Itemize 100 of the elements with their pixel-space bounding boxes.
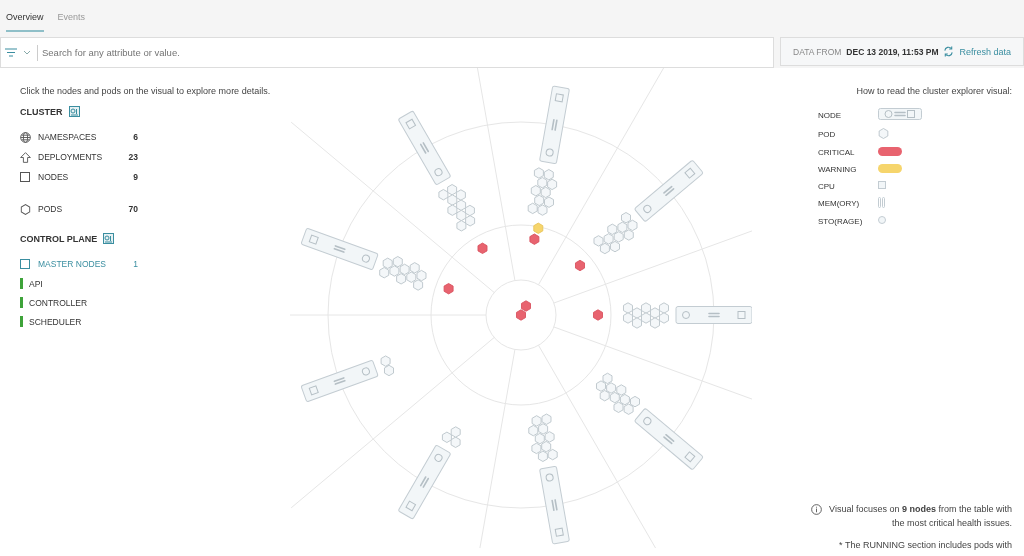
pod[interactable] xyxy=(382,257,393,269)
pod[interactable] xyxy=(630,396,640,408)
pod[interactable] xyxy=(380,355,391,367)
pod[interactable] xyxy=(527,202,538,214)
pod[interactable] xyxy=(447,204,458,216)
legend-label: WARNING xyxy=(818,165,858,174)
pod[interactable] xyxy=(659,312,669,324)
pod[interactable] xyxy=(659,302,669,314)
critical-pod[interactable] xyxy=(593,309,603,321)
pod[interactable] xyxy=(456,220,467,232)
pod[interactable] xyxy=(641,312,651,324)
pod[interactable] xyxy=(531,442,542,454)
pod[interactable] xyxy=(541,413,552,425)
pod[interactable] xyxy=(621,212,631,224)
search-bar[interactable]: Search for any attribute or value. xyxy=(0,37,774,68)
pod[interactable] xyxy=(606,382,616,394)
pod[interactable] xyxy=(607,223,618,235)
pod[interactable] xyxy=(528,425,539,437)
pod[interactable] xyxy=(603,233,614,245)
pod[interactable] xyxy=(627,219,638,231)
pod[interactable] xyxy=(396,273,406,285)
pod[interactable] xyxy=(399,263,410,275)
pod[interactable] xyxy=(531,415,542,427)
pod[interactable] xyxy=(599,390,610,402)
pod[interactable] xyxy=(465,215,475,227)
warning-pod[interactable] xyxy=(533,222,544,234)
pod[interactable] xyxy=(416,270,427,282)
pod[interactable] xyxy=(537,177,548,189)
pod[interactable] xyxy=(409,262,420,274)
pod[interactable] xyxy=(392,256,403,268)
globe-icon xyxy=(20,131,31,143)
pod[interactable] xyxy=(602,372,613,384)
pod[interactable] xyxy=(616,384,627,396)
pod[interactable] xyxy=(534,433,545,445)
pod[interactable] xyxy=(465,204,475,217)
pod[interactable] xyxy=(379,267,390,279)
pod[interactable] xyxy=(632,317,642,329)
pod[interactable] xyxy=(450,436,461,448)
pod[interactable] xyxy=(413,279,423,291)
pod[interactable] xyxy=(538,423,548,435)
pod[interactable] xyxy=(534,167,544,179)
legend-label: MEM(ORY) xyxy=(818,199,861,208)
pod[interactable] xyxy=(650,307,660,319)
pod[interactable] xyxy=(596,380,606,392)
critical-pod[interactable] xyxy=(516,309,526,321)
critical-pod[interactable] xyxy=(521,300,531,312)
pod[interactable] xyxy=(538,450,548,462)
pod[interactable] xyxy=(534,194,545,206)
pod[interactable] xyxy=(447,194,458,206)
pod[interactable] xyxy=(593,235,604,247)
pod[interactable] xyxy=(623,302,633,314)
note-text: Visual focuses on 9 nodes from the table with the most critical health issues. xyxy=(828,503,1012,530)
master-nodes-link[interactable]: MASTER NODES xyxy=(38,259,118,269)
filter-icon[interactable] xyxy=(5,48,17,57)
node[interactable] xyxy=(675,306,752,324)
pod[interactable] xyxy=(613,401,624,413)
refresh-link[interactable]: Refresh data xyxy=(959,46,1011,57)
pod[interactable] xyxy=(537,204,548,216)
pod[interactable] xyxy=(450,426,461,438)
pod[interactable] xyxy=(641,302,651,314)
critical-pod[interactable] xyxy=(529,233,540,245)
pod[interactable] xyxy=(609,392,620,404)
pod[interactable] xyxy=(384,364,394,377)
pod[interactable] xyxy=(406,271,417,283)
pod[interactable] xyxy=(610,241,620,253)
critical-pod[interactable] xyxy=(477,242,488,254)
cluster-label: DEPLOYMENTS xyxy=(38,152,104,162)
pod[interactable] xyxy=(442,431,452,443)
pod[interactable] xyxy=(544,431,555,443)
pod[interactable] xyxy=(650,317,660,329)
pod[interactable] xyxy=(613,231,624,243)
critical-pod[interactable] xyxy=(575,259,585,272)
pod[interactable] xyxy=(456,189,466,201)
tab[interactable]: Events xyxy=(57,12,86,32)
pod[interactable] xyxy=(543,169,554,181)
pod[interactable] xyxy=(389,265,400,277)
footnote-text: * The RUNNING section includes pods with xyxy=(838,540,1012,550)
chevron-down-icon[interactable] xyxy=(23,50,31,55)
pod[interactable] xyxy=(547,449,558,461)
pod[interactable] xyxy=(623,403,634,415)
pod[interactable] xyxy=(547,178,557,190)
pod[interactable] xyxy=(544,196,554,208)
critical-pod[interactable] xyxy=(443,283,454,295)
pod[interactable] xyxy=(438,189,449,201)
dashboard-icon[interactable] xyxy=(68,106,80,117)
pod[interactable] xyxy=(632,307,642,319)
pod[interactable] xyxy=(456,209,467,222)
refresh-icon[interactable] xyxy=(943,46,955,57)
dashboard-icon[interactable] xyxy=(103,233,115,244)
pod[interactable] xyxy=(620,394,630,406)
pod[interactable] xyxy=(623,312,633,324)
pod[interactable] xyxy=(530,185,541,197)
pod[interactable] xyxy=(617,221,628,233)
pod[interactable] xyxy=(456,199,466,211)
pod[interactable] xyxy=(623,229,634,241)
pod[interactable] xyxy=(541,441,552,453)
data-timestamp: DEC 13 2019, 11:53 PM xyxy=(846,46,939,57)
pod[interactable] xyxy=(447,184,457,196)
pod[interactable] xyxy=(540,186,551,198)
pod[interactable] xyxy=(600,242,610,255)
